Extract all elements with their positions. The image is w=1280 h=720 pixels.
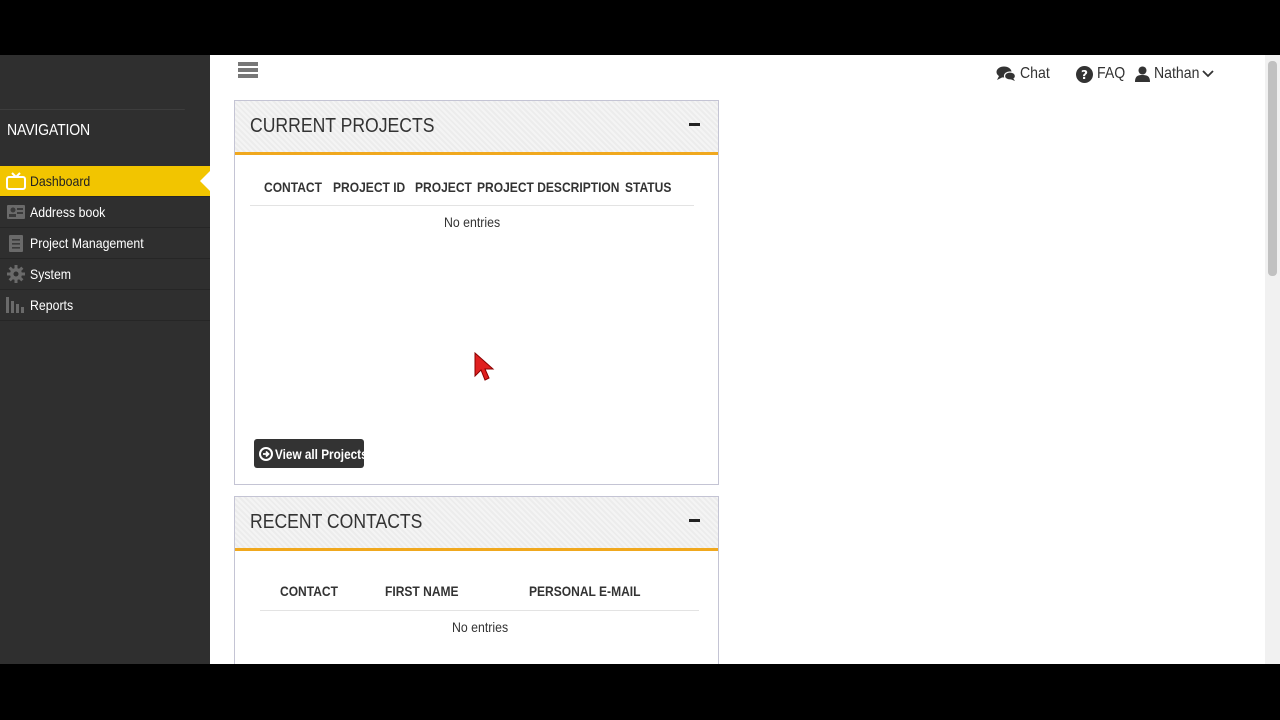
scrollbar-thumb[interactable] — [1268, 61, 1277, 276]
chat-label: Chat — [1020, 65, 1050, 82]
gear-icon — [0, 265, 30, 283]
document-icon — [0, 234, 30, 252]
panel-title: CURRENT PROJECTS — [250, 115, 435, 137]
column-header[interactable]: PROJECT — [415, 179, 472, 195]
column-header[interactable]: STATUS — [625, 179, 671, 195]
tv-icon — [0, 172, 30, 190]
arrow-circle-right-icon — [259, 446, 273, 461]
svg-text:?: ? — [1081, 68, 1088, 82]
empty-state-text: No entries — [452, 619, 509, 635]
sidebar-item-address-book[interactable]: Address book — [0, 197, 210, 228]
address-book-icon — [0, 205, 30, 219]
menu-toggle-icon[interactable] — [238, 62, 258, 82]
bar-chart-icon — [0, 297, 30, 313]
divider — [260, 610, 699, 611]
column-header[interactable]: FIRST NAME — [385, 583, 459, 599]
panel-title: RECENT CONTACTS — [250, 511, 423, 533]
question-circle-icon: ? — [1076, 65, 1093, 83]
column-header[interactable]: PERSONAL E-MAIL — [529, 583, 640, 599]
panel-header: RECENT CONTACTS — [235, 497, 718, 551]
table-header: CONTACT FIRST NAME PERSONAL E-MAIL — [235, 583, 720, 603]
sidebar-item-project-management[interactable]: Project Management — [0, 228, 210, 259]
chat-link[interactable]: Chat — [996, 65, 1054, 83]
mouse-cursor-icon — [474, 351, 496, 387]
current-projects-panel: CURRENT PROJECTS CONTACT PROJECT ID PROJ… — [234, 100, 719, 485]
letterbox-bottom — [0, 664, 1280, 720]
page-scrollbar[interactable] — [1265, 55, 1280, 664]
empty-state-text: No entries — [444, 214, 501, 230]
sidebar-item-label: Dashboard — [30, 173, 91, 189]
column-header[interactable]: PROJECT ID — [333, 179, 405, 195]
user-name: Nathan — [1154, 65, 1200, 82]
sidebar-item-reports[interactable]: Reports — [0, 290, 210, 321]
sidebar-item-label: Address book — [30, 204, 106, 220]
sidebar-item-label: Reports — [30, 297, 74, 313]
sidebar-item-dashboard[interactable]: Dashboard — [0, 166, 210, 197]
app-window: NAVIGATION Dashboard Address book Projec… — [0, 55, 1280, 664]
view-all-projects-button[interactable]: View all Projects — [254, 439, 368, 468]
sidebar-item-label: System — [30, 266, 72, 282]
user-icon — [1135, 66, 1150, 82]
recent-contacts-panel: RECENT CONTACTS CONTACT FIRST NAME PERSO… — [234, 496, 719, 664]
chevron-down-icon — [1201, 70, 1214, 78]
nav-header: NAVIGATION — [0, 109, 185, 165]
sidebar-item-system[interactable]: System — [0, 259, 210, 290]
column-header[interactable]: CONTACT — [264, 179, 322, 195]
faq-link[interactable]: ? FAQ — [1076, 65, 1129, 83]
table-header: CONTACT PROJECT ID PROJECT PROJECT DESCR… — [235, 179, 720, 199]
nav-list: Dashboard Address book Project Managemen… — [0, 166, 210, 321]
letterbox-top — [0, 0, 1280, 55]
button-label: View all Projects — [275, 445, 368, 462]
chat-icon — [996, 66, 1016, 82]
collapse-icon[interactable] — [689, 519, 700, 522]
collapse-icon[interactable] — [689, 123, 700, 126]
sidebar: NAVIGATION Dashboard Address book Projec… — [0, 55, 210, 664]
user-menu[interactable]: Nathan — [1135, 65, 1214, 83]
divider — [250, 205, 694, 206]
column-header[interactable]: PROJECT DESCRIPTION — [477, 179, 620, 195]
column-header[interactable]: CONTACT — [280, 583, 338, 599]
panel-header: CURRENT PROJECTS — [235, 101, 718, 155]
faq-label: FAQ — [1097, 65, 1126, 82]
sidebar-item-label: Project Management — [30, 235, 144, 251]
